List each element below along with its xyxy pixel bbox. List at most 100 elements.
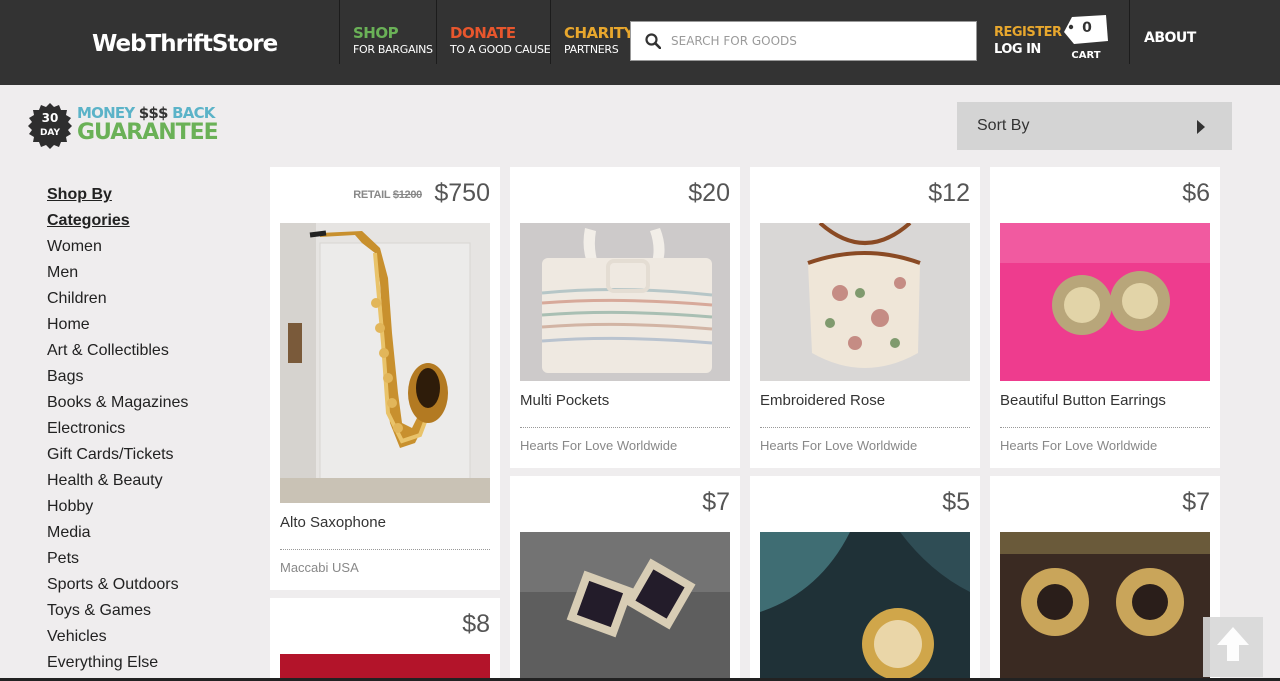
sidebar-item-bags[interactable]: Bags [47, 364, 188, 390]
sidebar-item-giftcards[interactable]: Gift Cards/Tickets [47, 442, 188, 468]
sidebar-item-women[interactable]: Women [47, 234, 188, 260]
sidebar-heading[interactable]: Categories [47, 208, 188, 234]
product-title[interactable]: Multi Pockets [520, 392, 609, 409]
sidebar-item-art[interactable]: Art & Collectibles [47, 338, 188, 364]
site-header: WebThriftStore SHOP FOR BARGAINS DONATE … [0, 0, 1280, 85]
product-title[interactable]: Alto Saxophone [280, 514, 386, 531]
product-price: $20 [688, 179, 730, 207]
product-charity[interactable]: Hearts For Love Worldwide [760, 438, 917, 453]
site-logo[interactable]: WebThriftStore [92, 31, 278, 57]
about-link[interactable]: ABOUT [1144, 30, 1196, 46]
sidebar-item-toys[interactable]: Toys & Games [47, 598, 188, 624]
product-image[interactable] [520, 223, 730, 381]
product-image[interactable] [280, 223, 490, 503]
sidebar-item-hobby[interactable]: Hobby [47, 494, 188, 520]
sidebar-item-books[interactable]: Books & Magazines [47, 390, 188, 416]
card-divider [1000, 427, 1210, 428]
nav-divider [1129, 0, 1130, 64]
nav-donate[interactable]: DONATE TO A GOOD CAUSE [450, 24, 551, 56]
badge-day-label: DAY [39, 128, 61, 138]
saxophone-photo [280, 223, 490, 503]
product-card[interactable]: $7 [510, 476, 740, 681]
nav-divider [550, 0, 551, 64]
sidebar-heading[interactable]: Shop By [47, 182, 188, 208]
sidebar-item-pets[interactable]: Pets [47, 546, 188, 572]
product-card[interactable]: $6 Beautiful Button Earrings Hearts For … [990, 167, 1220, 468]
search-box[interactable] [630, 21, 977, 61]
bag-photo [520, 223, 730, 381]
retail-label: RETAIL [353, 189, 391, 201]
sidebar-item-everything[interactable]: Everything Else [47, 650, 188, 676]
badge-text: 30 DAY [26, 112, 74, 140]
product-title[interactable]: Beautiful Button Earrings [1000, 392, 1166, 409]
caret-right-icon [1197, 120, 1205, 134]
product-price: $7 [702, 488, 730, 516]
nav-charity-sublabel: PARTNERS [564, 43, 619, 56]
product-image[interactable] [760, 223, 970, 381]
retail-price: RETAIL $1200 [353, 189, 422, 201]
guarantee-badge: 30 DAY [26, 102, 74, 150]
nav-divider [339, 0, 340, 64]
sidebar-item-sports[interactable]: Sports & Outdoors [47, 572, 188, 598]
product-price: $6 [1182, 179, 1210, 207]
product-card[interactable]: $12 Embroidered Rose Hearts For Love Wor… [750, 167, 980, 468]
sidebar-item-children[interactable]: Children [47, 286, 188, 312]
nav-donate-label: DONATE [450, 24, 516, 42]
product-image[interactable] [1000, 532, 1210, 681]
brooch-photo [760, 532, 970, 681]
product-image[interactable] [760, 532, 970, 681]
product-card[interactable]: RETAIL $1200 $750 Alto Saxophone Maccabi… [270, 167, 500, 590]
sidebar-item-home[interactable]: Home [47, 312, 188, 338]
cart-count: 0 [1082, 20, 1092, 36]
product-price: $12 [928, 179, 970, 207]
guarantee-line2: GUARANTEE [77, 120, 219, 145]
sort-dropdown[interactable]: Sort By [957, 102, 1232, 150]
badge-days: 30 [41, 111, 59, 125]
sort-label: Sort By [977, 117, 1030, 134]
card-divider [760, 427, 970, 428]
nav-donate-sublabel: TO A GOOD CAUSE [450, 43, 551, 56]
retail-amount: $1200 [392, 189, 422, 201]
earrings-photo [1000, 223, 1210, 381]
category-sidebar: Shop By Categories Women Men Children Ho… [47, 182, 188, 676]
product-card[interactable]: $8 [270, 598, 500, 681]
product-image[interactable] [1000, 223, 1210, 381]
card-divider [520, 427, 730, 428]
arrow-up-icon [1217, 627, 1249, 661]
square-earrings-photo [520, 532, 730, 681]
scroll-to-top-button[interactable] [1203, 617, 1263, 677]
nav-charity[interactable]: CHARITY PARTNERS [564, 24, 634, 56]
nav-charity-label: CHARITY [564, 24, 634, 42]
product-charity[interactable]: Hearts For Love Worldwide [520, 438, 677, 453]
product-card[interactable]: $20 Multi Pockets Hearts For Love Worldw… [510, 167, 740, 468]
cart-label: CART [1071, 50, 1101, 61]
red-item-photo [280, 654, 490, 681]
nav-shop[interactable]: SHOP FOR BARGAINS [353, 24, 433, 56]
product-image[interactable] [520, 532, 730, 681]
nav-shop-sublabel: FOR BARGAINS [353, 43, 433, 56]
nav-divider [436, 0, 437, 64]
product-card[interactable]: $7 [990, 476, 1220, 681]
product-card[interactable]: $5 [750, 476, 980, 681]
sidebar-item-health[interactable]: Health & Beauty [47, 468, 188, 494]
product-image[interactable] [280, 654, 490, 681]
purse-photo [760, 223, 970, 381]
register-link[interactable]: REGISTER [994, 25, 1062, 42]
product-price: $8 [462, 610, 490, 638]
login-link[interactable]: LOG IN [994, 42, 1062, 59]
sidebar-item-media[interactable]: Media [47, 520, 188, 546]
product-charity[interactable]: Maccabi USA [280, 560, 359, 575]
account-links: REGISTER LOG IN [994, 25, 1062, 59]
product-price: $5 [942, 488, 970, 516]
cart-button[interactable]: 0 CART [1062, 14, 1110, 66]
search-input[interactable] [671, 29, 961, 53]
sidebar-item-electronics[interactable]: Electronics [47, 416, 188, 442]
product-charity[interactable]: Hearts For Love Worldwide [1000, 438, 1157, 453]
nav-shop-label: SHOP [353, 24, 399, 42]
product-title[interactable]: Embroidered Rose [760, 392, 885, 409]
search-icon [645, 33, 661, 49]
knot-earrings-photo [1000, 532, 1210, 681]
card-divider [280, 549, 490, 550]
sidebar-item-men[interactable]: Men [47, 260, 188, 286]
sidebar-item-vehicles[interactable]: Vehicles [47, 624, 188, 650]
